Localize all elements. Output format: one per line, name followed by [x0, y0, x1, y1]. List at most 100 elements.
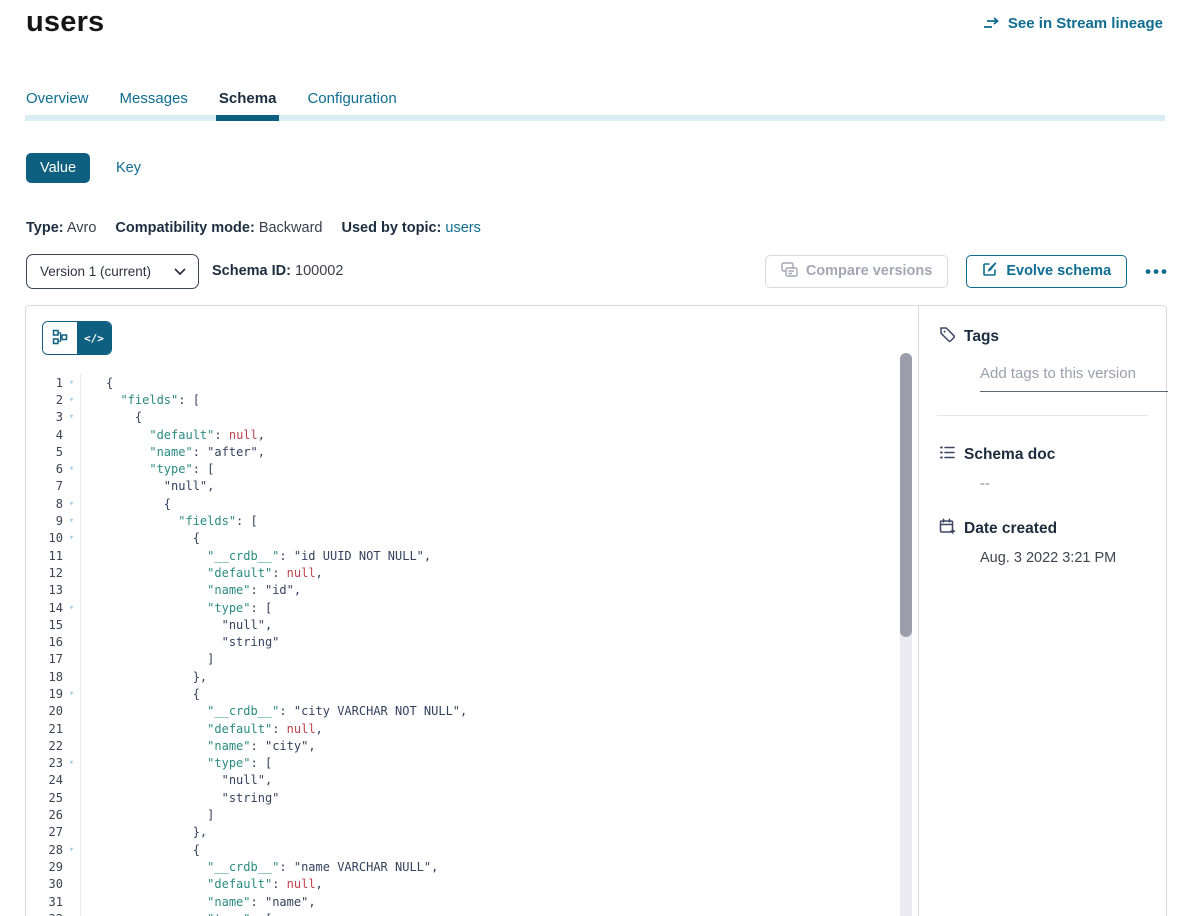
code-view-button[interactable]: </> — [77, 322, 111, 354]
code-line: 32▾ "type": [ — [26, 910, 918, 916]
fold-arrow-icon[interactable]: ▾ — [63, 755, 81, 772]
code-text: "name": "city", — [81, 739, 316, 753]
code-line: 13 "name": "id", — [26, 582, 918, 599]
stream-lineage-link[interactable]: See in Stream lineage — [983, 15, 1163, 32]
line-number: 3 — [26, 410, 63, 424]
fold-gutter — [63, 668, 81, 685]
fold-arrow-icon[interactable]: ▾ — [63, 512, 81, 529]
list-icon — [939, 444, 956, 466]
calendar-plus-icon — [939, 518, 956, 540]
code-line: 26 ] — [26, 806, 918, 823]
evolve-schema-button[interactable]: Evolve schema — [966, 255, 1127, 288]
line-number: 11 — [26, 549, 63, 563]
schema-doc-value: -- — [980, 476, 1144, 492]
tab-messages[interactable]: Messages — [120, 88, 188, 121]
code-text: "fields": [ — [81, 393, 200, 407]
value-toggle-button[interactable]: Value — [26, 153, 90, 183]
chevron-down-icon — [174, 264, 186, 279]
add-tags-input[interactable] — [980, 365, 1168, 392]
code-line: 14▾ "type": [ — [26, 599, 918, 616]
line-number: 24 — [26, 773, 63, 787]
code-text: "default": null, — [81, 722, 323, 736]
code-text: }, — [81, 825, 207, 839]
code-text: { — [81, 410, 142, 424]
line-number: 27 — [26, 825, 63, 839]
fold-arrow-icon[interactable]: ▾ — [63, 374, 81, 391]
line-number: 20 — [26, 704, 63, 718]
code-text: }, — [81, 670, 207, 684]
code-text: "type": [ — [81, 601, 272, 615]
code-text: "type": [ — [81, 912, 272, 916]
tab-schema[interactable]: Schema — [219, 88, 277, 121]
editor-scrollbar[interactable] — [900, 353, 912, 916]
code-line: 10▾ { — [26, 530, 918, 547]
fold-arrow-icon[interactable]: ▾ — [63, 460, 81, 477]
code-text: ] — [81, 652, 214, 666]
code-line: 7 "null", — [26, 478, 918, 495]
fold-gutter — [63, 893, 81, 910]
schema-meta-row: Type: Avro Compatibility mode: Backward … — [26, 220, 481, 236]
stream-lineage-icon — [983, 16, 1001, 32]
editor-scrollbar-thumb[interactable] — [900, 353, 912, 637]
fold-arrow-icon[interactable]: ▾ — [63, 530, 81, 547]
code-text: { — [81, 843, 200, 857]
fold-arrow-icon[interactable]: ▾ — [63, 409, 81, 426]
line-number: 8 — [26, 497, 63, 511]
code-line: 20 "__crdb__": "city VARCHAR NOT NULL", — [26, 703, 918, 720]
topic-link[interactable]: users — [445, 220, 480, 236]
fold-gutter — [63, 547, 81, 564]
line-number: 26 — [26, 808, 63, 822]
code-text: "string" — [81, 791, 279, 805]
code-text: "string" — [81, 635, 279, 649]
tree-view-button[interactable] — [43, 322, 77, 354]
code-text: "__crdb__": "id UUID NOT NULL", — [81, 549, 431, 563]
version-select[interactable]: Version 1 (current) — [26, 254, 199, 289]
fold-gutter — [63, 443, 81, 460]
more-actions-button[interactable]: ••• — [1145, 263, 1169, 280]
code-text: "null", — [81, 479, 214, 493]
code-line: 12 "default": null, — [26, 564, 918, 581]
code-text: "null", — [81, 618, 272, 632]
code-line: 9▾ "fields": [ — [26, 512, 918, 529]
schema-id: Schema ID: 100002 — [212, 263, 343, 279]
line-number: 9 — [26, 514, 63, 528]
tags-heading: Tags — [964, 328, 999, 346]
code-line: 6▾ "type": [ — [26, 460, 918, 477]
key-toggle-button[interactable]: Key — [116, 160, 141, 176]
date-created-heading: Date created — [964, 520, 1057, 538]
compare-versions-button[interactable]: Compare versions — [765, 255, 949, 288]
fold-gutter — [63, 737, 81, 754]
fold-arrow-icon[interactable]: ▾ — [63, 495, 81, 512]
editor-view-toggle: </> — [42, 321, 112, 355]
line-number: 18 — [26, 670, 63, 684]
code-line: 3▾ { — [26, 409, 918, 426]
line-number: 30 — [26, 877, 63, 891]
line-number: 31 — [26, 895, 63, 909]
fold-arrow-icon[interactable]: ▾ — [63, 391, 81, 408]
fold-arrow-icon[interactable]: ▾ — [63, 599, 81, 616]
fold-gutter — [63, 426, 81, 443]
used-by-topic: Used by topic: users — [341, 220, 480, 236]
code-text: "null", — [81, 773, 272, 787]
code-line: 24 "null", — [26, 772, 918, 789]
compatibility-mode: Compatibility mode: Backward — [115, 220, 322, 236]
code-text: "default": null, — [81, 428, 265, 442]
tab-overview[interactable]: Overview — [26, 88, 89, 121]
schema-doc-section: Schema doc -- — [919, 444, 1166, 492]
tree-view-icon — [52, 329, 68, 348]
code-text: "name": "name", — [81, 895, 316, 909]
code-text: { — [81, 376, 113, 390]
code-line: 8▾ { — [26, 495, 918, 512]
code-text: "type": [ — [81, 756, 272, 770]
fold-gutter — [63, 858, 81, 875]
fold-gutter — [63, 478, 81, 495]
fold-arrow-icon[interactable]: ▾ — [63, 841, 81, 858]
fold-arrow-icon[interactable]: ▾ — [63, 685, 81, 702]
tab-configuration[interactable]: Configuration — [307, 88, 396, 121]
code-text: "fields": [ — [81, 514, 258, 528]
code-line: 22 "name": "city", — [26, 737, 918, 754]
line-number: 19 — [26, 687, 63, 701]
fold-arrow-icon[interactable]: ▾ — [63, 910, 81, 916]
line-number: 5 — [26, 445, 63, 459]
fold-gutter — [63, 824, 81, 841]
